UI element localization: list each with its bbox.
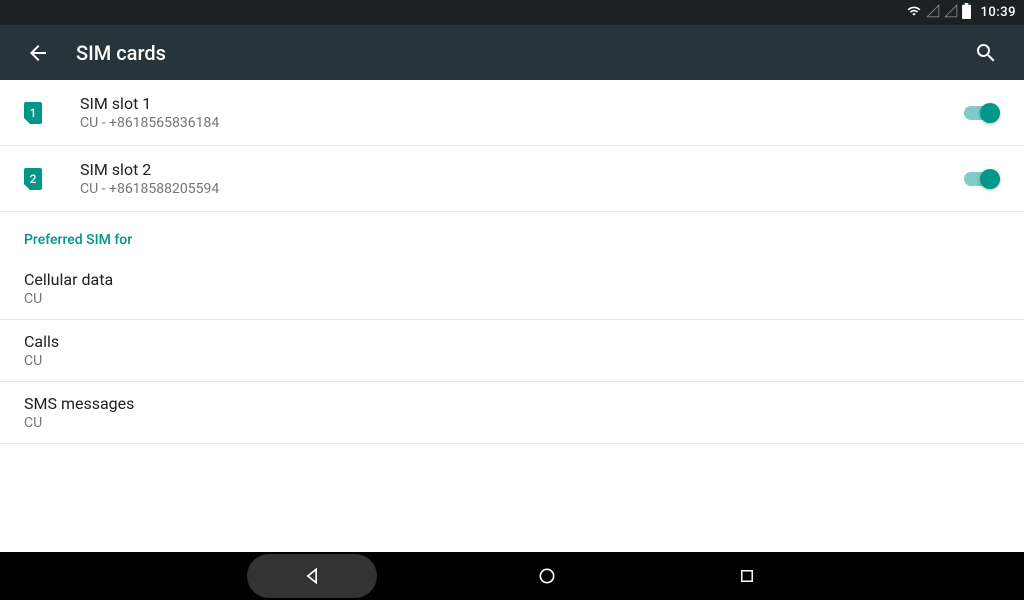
circle-home-icon: [537, 566, 557, 586]
sim-card-icon: 2: [24, 168, 42, 190]
content: 1 SIM slot 1 CU - +8618565836184 2 SIM s…: [0, 80, 1024, 552]
nav-back-button[interactable]: [247, 554, 377, 598]
sim-toggle[interactable]: [964, 169, 1000, 189]
sim-slot-text: SIM slot 1 CU - +8618565836184: [80, 94, 964, 131]
sim-card-icon: 1: [24, 102, 42, 124]
pref-title: Cellular data: [24, 270, 1000, 289]
pref-subtitle: CU: [24, 291, 1000, 307]
sim-badge-number: 1: [30, 106, 37, 120]
pref-title: SMS messages: [24, 394, 1000, 413]
status-time: 10:39: [981, 5, 1016, 20]
navigation-bar: [0, 552, 1024, 600]
signal-empty-1-icon: [926, 4, 940, 22]
sim-slot-title: SIM slot 1: [80, 94, 964, 113]
sim-slot-text: SIM slot 2 CU - +8618588205594: [80, 160, 964, 197]
sim-slot-subtitle: CU - +8618565836184: [80, 115, 964, 131]
sim-slot-row[interactable]: 1 SIM slot 1 CU - +8618565836184: [0, 80, 1024, 146]
pref-calls[interactable]: Calls CU: [0, 320, 1024, 382]
sim-slot-row[interactable]: 2 SIM slot 2 CU - +8618588205594: [0, 146, 1024, 212]
pref-subtitle: CU: [24, 415, 1000, 431]
status-bar: 10:39: [0, 0, 1024, 25]
sim-toggle[interactable]: [964, 103, 1000, 123]
sim-slot-title: SIM slot 2: [80, 160, 964, 179]
wifi-icon: [906, 4, 922, 22]
triangle-back-icon: [302, 566, 322, 586]
square-recent-icon: [738, 567, 756, 585]
sim-slot-subtitle: CU - +8618588205594: [80, 181, 964, 197]
nav-recent-button[interactable]: [717, 558, 777, 594]
pref-cellular-data[interactable]: Cellular data CU: [0, 258, 1024, 320]
search-icon: [974, 41, 998, 65]
sim-badge-number: 2: [30, 172, 37, 186]
back-button[interactable]: [20, 35, 56, 71]
pref-title: Calls: [24, 332, 1000, 351]
search-button[interactable]: [968, 35, 1004, 71]
app-bar: SIM cards: [0, 25, 1024, 80]
status-icons: 10:39: [906, 3, 1016, 23]
signal-empty-2-icon: [944, 4, 958, 22]
pref-subtitle: CU: [24, 353, 1000, 369]
section-header-preferred-sim: Preferred SIM for: [0, 212, 1024, 258]
pref-sms-messages[interactable]: SMS messages CU: [0, 382, 1024, 444]
nav-home-button[interactable]: [517, 558, 577, 594]
page-title: SIM cards: [76, 41, 166, 65]
battery-icon: [962, 3, 971, 23]
arrow-back-icon: [26, 41, 50, 65]
